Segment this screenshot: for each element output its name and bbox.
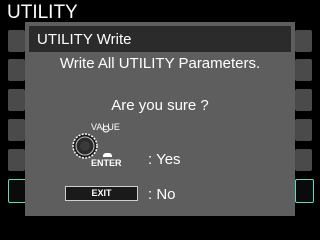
screen-title: UTILITY [7,2,78,23]
background-list-item-selected[interactable] [295,179,314,203]
dialog-header: UTILITY Write [29,26,291,52]
background-list-item[interactable] [8,30,25,52]
exit-button[interactable]: EXIT [65,186,138,201]
knob-indicator-icon [102,125,110,133]
value-knob-icon[interactable] [72,133,98,159]
background-list-item[interactable] [295,89,312,111]
enter-label: ENTER [91,158,122,168]
background-list-item[interactable] [295,30,312,52]
background-list-item[interactable] [8,89,25,111]
dialog-message: Write All UTILITY Parameters. [59,55,261,72]
background-list-item[interactable] [8,119,25,141]
background-list-item[interactable] [295,59,312,81]
background-list-item[interactable] [295,119,312,141]
dialog-title: UTILITY Write [37,31,132,48]
no-option: : No [148,186,176,203]
background-list-item[interactable] [8,149,25,171]
background-list-item[interactable] [295,149,312,171]
background-list-item[interactable] [8,59,25,81]
write-confirm-dialog: UTILITY Write Write All UTILITY Paramete… [25,22,295,216]
yes-option: : Yes [148,151,181,168]
dialog-prompt: Are you sure ? [111,97,209,114]
enter-button-icon[interactable] [103,153,112,157]
